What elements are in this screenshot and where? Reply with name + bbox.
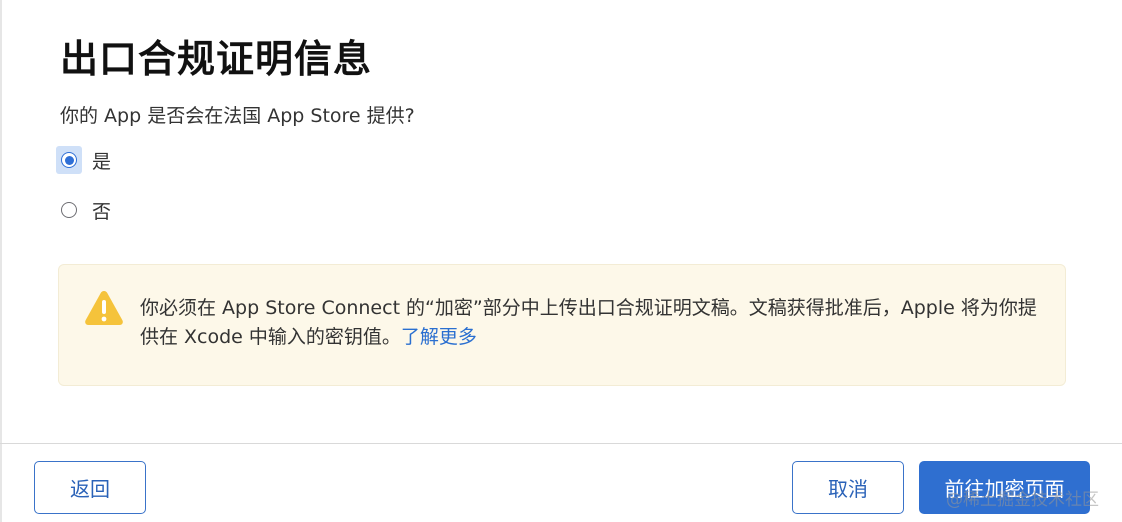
radio-button-yes[interactable] xyxy=(61,152,77,168)
radio-button-no[interactable] xyxy=(61,202,77,218)
radio-option-yes[interactable]: 是 xyxy=(56,146,111,174)
back-button[interactable]: 返回 xyxy=(34,461,146,514)
watermark: @稀土掘金技术社区 xyxy=(946,490,1099,510)
footer-divider xyxy=(0,443,1122,444)
warning-message-text: 你必须在 App Store Connect 的“加密”部分中上传出口合规证明文… xyxy=(140,297,1037,348)
radio-option-no[interactable]: 否 xyxy=(56,196,111,224)
radio-label-yes: 是 xyxy=(92,150,112,173)
learn-more-link[interactable]: 了解更多 xyxy=(401,326,477,348)
cancel-button[interactable]: 取消 xyxy=(792,461,904,514)
france-availability-question: 你的 App 是否会在法国 App Store 提供? xyxy=(60,105,415,127)
dialog-title: 出口合规证明信息 xyxy=(60,37,373,81)
warning-triangle-icon xyxy=(85,291,123,325)
radio-label-no: 否 xyxy=(92,200,112,223)
warning-message: 你必须在 App Store Connect 的“加密”部分中上传出口合规证明文… xyxy=(140,294,1040,352)
radio-wrap-no xyxy=(56,196,82,224)
radio-focus-ring xyxy=(56,146,82,174)
export-compliance-dialog: 出口合规证明信息 你的 App 是否会在法国 App Store 提供? 是 否… xyxy=(0,0,1122,522)
